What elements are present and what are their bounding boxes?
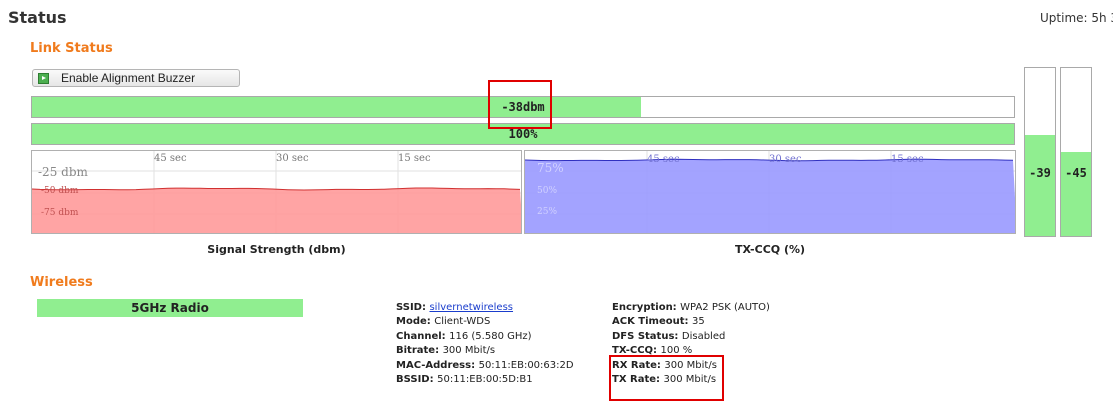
wireless-info-right-row: ACK Timeout: 35 <box>612 315 770 329</box>
ccq-time-label: 15 sec <box>891 154 924 165</box>
wireless-info-left: SSID: silvernetwireless Mode: Client-WDS C… <box>396 301 574 387</box>
signal-strength-chart: 45 sec 30 sec 15 sec -25 dbm -50 dbm -75… <box>31 150 522 234</box>
chain-1-signal-fill <box>1061 152 1091 236</box>
page-title: Status <box>8 8 67 27</box>
chain-1-signal-value: -45 <box>1065 166 1087 180</box>
wireless-info-left-row: Mode: Client-WDS <box>396 315 574 329</box>
chain-0-signal-bar: -39 <box>1024 67 1056 237</box>
wireless-info-left-value: Client-WDS <box>434 316 491 328</box>
signal-time-label: 30 sec <box>276 153 309 164</box>
wireless-info-right-value: WPA2 PSK (AUTO) <box>680 302 770 313</box>
wireless-info-left-value: 300 Mbit/s <box>442 345 496 357</box>
ccq-value: 100% <box>508 127 538 141</box>
chain-0-signal-fill <box>1025 135 1055 236</box>
uptime-text: Uptime: 5h 30 <box>1040 11 1113 25</box>
radio-badge: 5GHz Radio <box>37 299 303 317</box>
wireless-info-right-value: 35 <box>692 316 705 328</box>
ccq-level-label: 25% <box>537 207 557 217</box>
tx-ccq-graph: 45 sec 30 sec 15 sec 75% 50% 25% <box>525 151 1015 233</box>
wireless-info-right-row: Encryption: WPA2 PSK (AUTO) <box>612 301 770 315</box>
wireless-info-left-row: Bitrate: 300 Mbit/s <box>396 344 574 358</box>
ccq-level-label: 75% <box>537 161 564 175</box>
highlight-box-rates <box>609 355 724 401</box>
wireless-info-right-row: DFS Status: Disabled <box>612 330 770 344</box>
wireless-info-left-key: MAC-Address: <box>396 359 479 371</box>
wireless-info-left-key: SSID: <box>396 302 430 313</box>
ssid-link[interactable]: silvernetwireless <box>429 302 513 313</box>
wireless-info-left-row: Channel: 116 (5.580 GHz) <box>396 330 574 344</box>
wireless-info-left-key: Mode: <box>396 316 435 328</box>
link-status-heading: Link Status <box>30 41 113 56</box>
wireless-info-left-value: 116 (5.580 GHz) <box>449 330 532 342</box>
wireless-info-left-value: 50:11:EB:00:63:2D <box>478 359 574 371</box>
ccq-level-label: 50% <box>537 186 557 196</box>
highlight-box-signal <box>488 80 552 129</box>
signal-level-label: -25 dbm <box>38 165 89 179</box>
buzzer-button-label: Enable Alignment Buzzer <box>61 71 196 85</box>
enable-alignment-buzzer-button[interactable]: Enable Alignment Buzzer <box>32 69 240 87</box>
ccq-time-label: 45 sec <box>647 154 680 165</box>
chain-0-signal-value: -39 <box>1029 166 1051 180</box>
wireless-info-left-row: SSID: silvernetwireless <box>396 301 574 315</box>
wireless-info-left-value: 50:11:EB:00:5D:B1 <box>437 374 533 386</box>
wireless-info-left-row: BSSID: 50:11:EB:00:5D:B1 <box>396 373 574 387</box>
wireless-info-left-key: Channel: <box>396 330 450 342</box>
wireless-info-right-key: ACK Timeout: <box>612 316 693 328</box>
wireless-info-right-value: Disabled <box>681 330 726 342</box>
signal-level-label: -75 dbm <box>41 208 79 218</box>
wireless-info-left-key: BSSID: <box>396 374 438 386</box>
signal-level-label: -50 dbm <box>41 186 79 196</box>
wireless-heading: Wireless <box>30 275 93 290</box>
signal-strength-graph: 45 sec 30 sec 15 sec -25 dbm -50 dbm -75… <box>32 151 521 233</box>
ccq-time-label: 30 sec <box>769 154 802 165</box>
signal-time-label: 45 sec <box>154 153 187 164</box>
wireless-info-left-key: Bitrate: <box>396 345 443 357</box>
signal-strength-area <box>32 188 521 233</box>
signal-strength-caption: Signal Strength (dbm) <box>207 243 346 256</box>
play-icon <box>38 72 49 84</box>
wireless-info-right-key: DFS Status: <box>612 330 682 342</box>
wireless-info-right-key: Encryption: <box>612 302 681 313</box>
signal-time-label: 15 sec <box>398 153 431 164</box>
wireless-info-left-row: MAC-Address: 50:11:EB:00:63:2D <box>396 359 574 373</box>
chain-1-signal-bar: -45 <box>1060 67 1092 237</box>
tx-ccq-chart: 45 sec 30 sec 15 sec 75% 50% 25% <box>524 150 1016 234</box>
tx-ccq-area <box>525 159 1015 233</box>
tx-ccq-caption: TX-CCQ (%) <box>734 243 806 256</box>
